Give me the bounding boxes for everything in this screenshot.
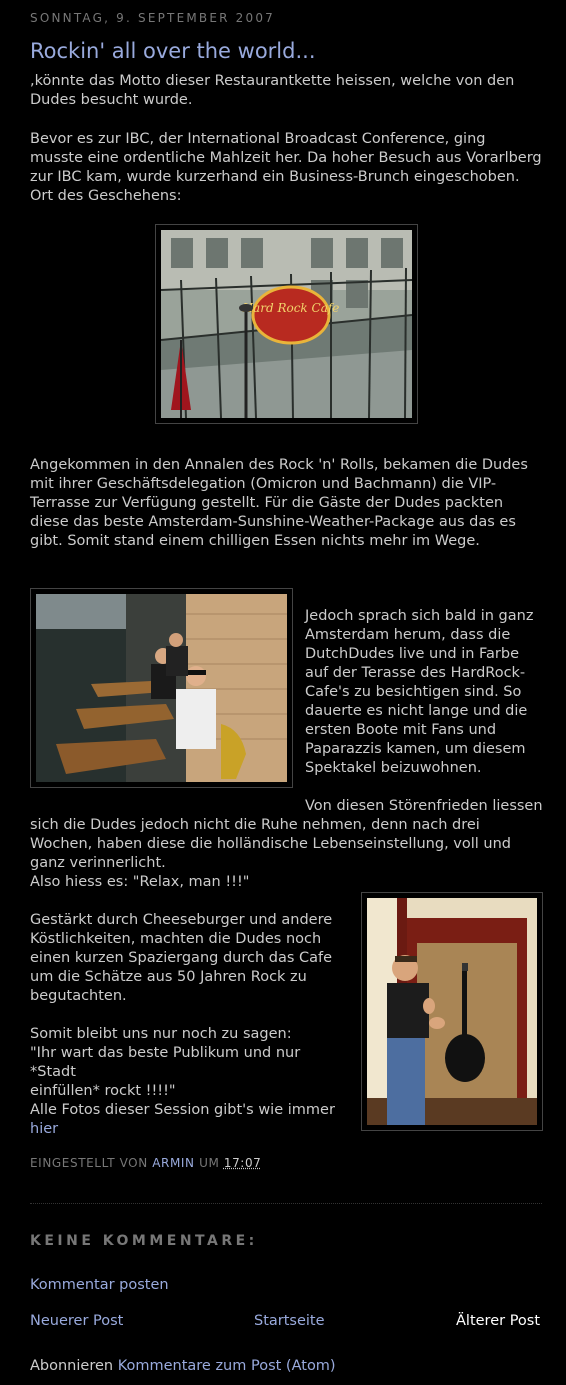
divider [30,1203,542,1204]
posted-by-label: Eingestellt von [30,1156,148,1170]
terrace-photo-image [36,594,287,782]
subscribe-atom-link[interactable]: Kommentare zum Post (Atom) [118,1358,336,1374]
guitar-photo[interactable] [361,892,543,1131]
post-paragraph-boats: Jedoch sprach sich bald in ganz Amsterda… [305,608,534,776]
hard-rock-cafe-photo-image: Hard Rock Cafe [161,230,412,418]
post-paragraph-photos: Alle Fotos dieser Session gibt's wie imm… [30,1102,335,1118]
post-paragraph-ibc: Bevor es zur IBC, der International Broa… [30,131,542,204]
at-label: um [199,1156,220,1170]
author-link[interactable]: Armin [152,1156,194,1170]
newer-post-link[interactable]: Neuerer Post [30,1312,123,1331]
post-paragraph-cheeseburger: Gestärkt durch Cheeseburger und andere K… [30,912,333,1004]
post-paragraph-relax-first-line: Von diesen Störenfrieden liessen [305,798,543,814]
date-header: Sonntag, 9. September 2007 [30,11,276,25]
comments-heading: Keine Kommentare: [30,1233,258,1249]
photos-link[interactable]: hier [30,1120,58,1139]
terrace-photo[interactable] [30,588,293,788]
subscribe-label: Abonnieren [30,1358,114,1374]
post-paragraph-intro: ,könnte das Motto dieser Restaurantkette… [30,73,515,108]
post-paragraph-relax: sich die Dudes jedoch nicht die Ruhe neh… [30,817,511,890]
post-title[interactable]: Rockin' all over the world... [30,37,550,65]
post-paragraph-arrival: Angekommen in den Annalen des Rock 'n' R… [30,457,528,549]
hard-rock-sign-text: Hard Rock Cafe [242,301,340,315]
post-comment-link[interactable]: Kommentar posten [30,1276,169,1295]
older-post-link[interactable]: Älterer Post [456,1312,540,1331]
hard-rock-cafe-photo[interactable]: Hard Rock Cafe [155,224,418,424]
post-paragraph-conclusion: Somit bleibt uns nur noch zu sagen: "Ihr… [30,1026,301,1099]
post-footer: Eingestellt von Armin um 17:07 [30,1154,261,1173]
subscribe-row: Abonnieren Kommentare zum Post (Atom) [30,1357,336,1376]
post-time-link[interactable]: 17:07 [224,1156,262,1170]
guitar-photo-image [367,898,537,1125]
home-link[interactable]: Startseite [254,1312,325,1331]
